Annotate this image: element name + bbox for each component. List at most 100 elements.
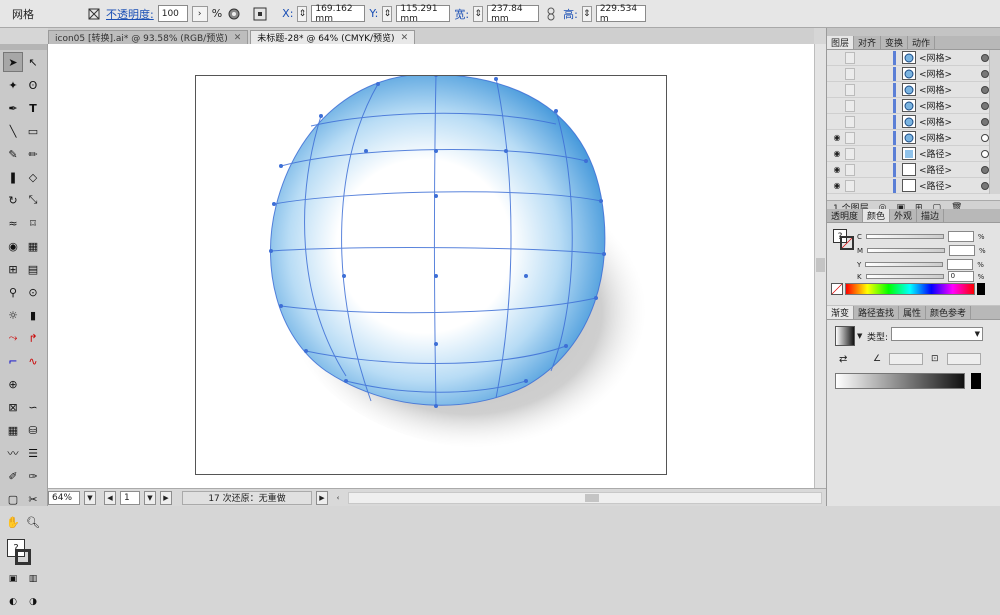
- gradient-tool-icon[interactable]: ▤: [23, 259, 43, 279]
- color-fill-stroke-icon[interactable]: ?: [833, 229, 855, 251]
- blend-tool-icon[interactable]: ⊙: [23, 282, 43, 302]
- artboard-field[interactable]: 1: [120, 490, 140, 505]
- horizontal-scrollbar[interactable]: [348, 491, 822, 504]
- zoom-field[interactable]: 64%: [48, 490, 80, 505]
- width-input[interactable]: 237.84 mm: [487, 4, 540, 24]
- layer-row[interactable]: ◉ <路径>: [827, 178, 1000, 194]
- tab-align[interactable]: 对齐: [854, 36, 882, 49]
- next-artboard-button[interactable]: ▶: [160, 490, 172, 505]
- artboard[interactable]: [195, 73, 667, 475]
- artboard-tool-icon[interactable]: ▢: [3, 489, 23, 509]
- yellow-input[interactable]: [947, 259, 974, 270]
- y-stepper[interactable]: ⇕: [382, 5, 393, 22]
- symbol-sprayer-icon[interactable]: ☼: [3, 305, 23, 325]
- slice-icon[interactable]: ▦: [3, 420, 23, 440]
- tab-color[interactable]: 颜色: [863, 209, 891, 222]
- gradient-ramp[interactable]: [835, 373, 965, 389]
- layers-scrollbar[interactable]: [989, 146, 1000, 162]
- zoom-tool-icon[interactable]: 🔍︎: [23, 512, 43, 532]
- slice-select-icon[interactable]: ✂: [23, 489, 43, 509]
- style-icon[interactable]: [226, 6, 242, 22]
- tab-color-guide[interactable]: 颜色参考: [926, 306, 972, 319]
- lock-toggle[interactable]: [845, 67, 855, 80]
- close-icon[interactable]: ✕: [234, 33, 242, 43]
- tab-attributes[interactable]: 属性: [899, 306, 927, 319]
- draw-normal-icon[interactable]: ◐: [3, 592, 23, 612]
- opacity-input[interactable]: 100: [157, 5, 188, 22]
- tab-stroke[interactable]: 描边: [917, 209, 945, 222]
- width-stepper[interactable]: ⇕: [473, 5, 484, 22]
- visibility-eye-icon[interactable]: [831, 68, 843, 80]
- tab-gradient[interactable]: 渐变: [827, 306, 855, 319]
- lock-toggle[interactable]: [845, 131, 855, 144]
- close-icon[interactable]: ✕: [401, 33, 409, 43]
- recolor-icon[interactable]: [86, 6, 102, 22]
- height-stepper[interactable]: ⇕: [581, 5, 592, 22]
- eyedropper-icon[interactable]: ⚲: [3, 282, 23, 302]
- layers-scrollbar[interactable]: [989, 50, 1000, 66]
- tab-appearance[interactable]: 外观: [890, 209, 918, 222]
- color-spectrum[interactable]: [845, 283, 975, 295]
- canvas[interactable]: [48, 44, 814, 488]
- gradient-type-select[interactable]: ▼: [891, 327, 983, 341]
- opacity-dropdown-button[interactable]: ›: [191, 5, 208, 22]
- layers-scrollbar[interactable]: [989, 114, 1000, 130]
- target-circle-icon[interactable]: [981, 101, 989, 110]
- black-swatch[interactable]: [977, 283, 985, 295]
- layers-scrollbar[interactable]: [989, 98, 1000, 114]
- layer-row[interactable]: <网格>: [827, 98, 1000, 114]
- zoom-dropdown[interactable]: ▼: [84, 490, 96, 505]
- visibility-eye-icon[interactable]: ◉: [831, 180, 843, 192]
- height-input[interactable]: 229.534 m: [595, 4, 646, 24]
- chart-tool-icon[interactable]: 〰: [3, 443, 23, 463]
- scale-icon[interactable]: ⤡: [23, 190, 43, 210]
- gradient-mode-icon[interactable]: ▥: [23, 569, 43, 589]
- puppet-warp-icon[interactable]: ⤳: [3, 328, 23, 348]
- mesh-tool-icon[interactable]: ⊞: [3, 259, 23, 279]
- cyan-slider[interactable]: [865, 234, 944, 239]
- target-circle-icon[interactable]: [981, 69, 989, 78]
- tab-actions[interactable]: 动作: [908, 36, 936, 49]
- stroke-swatch[interactable]: [15, 549, 31, 565]
- free-transform-icon[interactable]: ⌑: [23, 213, 43, 233]
- target-circle-icon[interactable]: [981, 117, 989, 126]
- tab-transparency[interactable]: 透明度: [827, 209, 864, 222]
- layers-scrollbar[interactable]: [989, 66, 1000, 82]
- type-tool-icon[interactable]: T: [23, 98, 43, 118]
- list-icon[interactable]: ☰: [23, 443, 43, 463]
- blob-brush-icon[interactable]: ❚: [3, 167, 23, 187]
- lock-toggle[interactable]: [845, 179, 855, 192]
- panel-grip[interactable]: [0, 44, 47, 50]
- fill-mode-icon[interactable]: ▣: [3, 569, 23, 589]
- tab-transform[interactable]: 变换: [881, 36, 909, 49]
- envelope-icon[interactable]: ⊠: [3, 397, 23, 417]
- aspect-icon[interactable]: ⊡: [931, 354, 939, 364]
- curvature-icon[interactable]: ↱: [23, 328, 43, 348]
- x-input[interactable]: 169.162 mm: [311, 4, 366, 24]
- direct-selection-tool-icon[interactable]: ↖: [23, 52, 43, 72]
- target-circle-icon[interactable]: [981, 85, 989, 94]
- prev-artboard-button[interactable]: ◀: [104, 490, 116, 505]
- angle-icon[interactable]: ∠: [873, 354, 881, 364]
- y-input[interactable]: 115.291 mm: [396, 4, 451, 24]
- tab-document-icon05[interactable]: icon05 [转换].ai* @ 93.58% (RGB/预览) ✕: [48, 30, 249, 44]
- line-tool-icon[interactable]: ╲: [3, 121, 23, 141]
- layers-scrollbar[interactable]: [989, 130, 1000, 146]
- target-circle-icon[interactable]: [981, 149, 989, 158]
- layers-scrollbar[interactable]: [989, 82, 1000, 98]
- lock-toggle[interactable]: [845, 115, 855, 128]
- layer-row[interactable]: ◉ <路径>: [827, 146, 1000, 162]
- magic-wand-icon[interactable]: ✦: [3, 75, 23, 95]
- angle-input[interactable]: [889, 353, 923, 365]
- magenta-input[interactable]: [949, 245, 976, 256]
- rotate-icon[interactable]: ↻: [3, 190, 23, 210]
- reverse-gradient-icon[interactable]: ⇄: [839, 354, 847, 365]
- visibility-eye-icon[interactable]: [831, 84, 843, 96]
- width-tool-icon[interactable]: ≈: [3, 213, 23, 233]
- visibility-eye-icon[interactable]: [831, 100, 843, 112]
- bucket-icon[interactable]: ⛁: [23, 420, 43, 440]
- eraser-icon[interactable]: ◇: [23, 167, 43, 187]
- gradient-swatch-dropdown[interactable]: ▼: [857, 332, 862, 340]
- column-graph-icon[interactable]: ▮: [23, 305, 43, 325]
- layer-row[interactable]: <网格>: [827, 82, 1000, 98]
